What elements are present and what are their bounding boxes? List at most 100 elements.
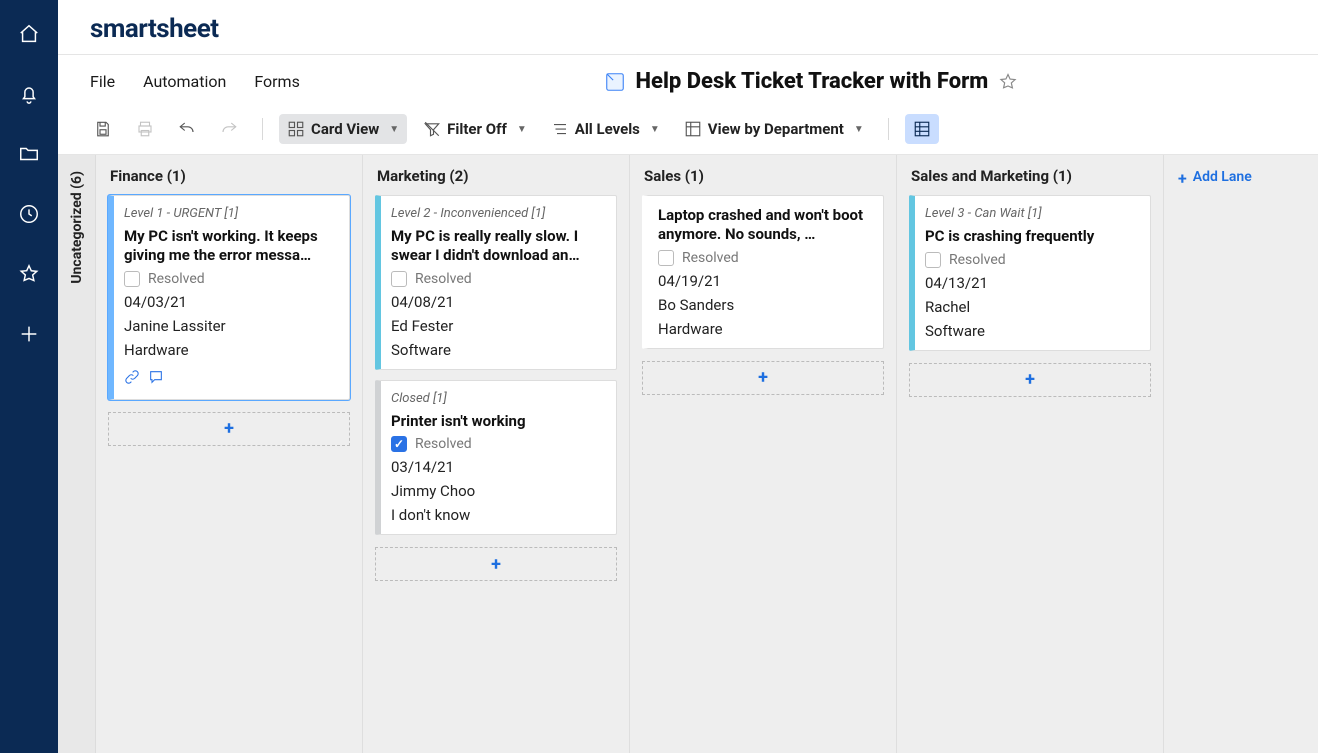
page-title: Help Desk Ticket Tracker with Form bbox=[636, 69, 989, 94]
lane-header[interactable]: Sales and Marketing (1) bbox=[897, 155, 1163, 195]
resolved-label: Resolved bbox=[949, 252, 1006, 268]
chevron-down-icon: ▼ bbox=[650, 124, 660, 135]
card-board: Uncategorized (6) Finance (1)Level 1 - U… bbox=[58, 155, 1318, 753]
resolved-row: Resolved bbox=[925, 252, 1138, 268]
lane-cards: Laptop crashed and won't boot anymore. N… bbox=[630, 195, 896, 395]
card-date: 04/13/21 bbox=[925, 274, 1138, 292]
grid-view-toggle[interactable] bbox=[905, 114, 939, 144]
add-card-button[interactable]: + bbox=[375, 547, 617, 581]
card-category: I don't know bbox=[391, 506, 604, 524]
card-view-label: Card View bbox=[311, 120, 379, 138]
card-person: Ed Fester bbox=[391, 317, 604, 335]
brand-logo: smartsheet bbox=[58, 0, 1318, 55]
lane-cards: Level 1 - URGENT [1] My PC isn't working.… bbox=[96, 195, 362, 446]
sheet-icon bbox=[604, 71, 626, 93]
notifications-icon[interactable] bbox=[17, 82, 41, 106]
resolved-checkbox[interactable] bbox=[658, 250, 674, 266]
resolved-row: Resolved bbox=[391, 436, 604, 452]
resolved-row: Resolved bbox=[391, 271, 604, 287]
toolbar: Card View ▼ Filter Off ▼ All Levels ▼ Vi… bbox=[58, 108, 1318, 155]
card-title: Laptop crashed and won't boot anymore. N… bbox=[658, 206, 871, 244]
attachment-icon[interactable] bbox=[124, 369, 140, 389]
resolved-label: Resolved bbox=[415, 436, 472, 452]
levels-button[interactable]: All Levels ▼ bbox=[543, 114, 668, 144]
filter-button[interactable]: Filter Off ▼ bbox=[415, 114, 535, 144]
menu-file[interactable]: File bbox=[90, 72, 115, 91]
chevron-down-icon: ▼ bbox=[517, 124, 527, 135]
card-priority: Level 3 - Can Wait [1] bbox=[925, 206, 1138, 221]
navigation-rail bbox=[0, 0, 58, 753]
card-date: 03/14/21 bbox=[391, 458, 604, 476]
filter-label: Filter Off bbox=[447, 120, 507, 138]
levels-label: All Levels bbox=[575, 120, 640, 138]
card-category: Software bbox=[925, 322, 1138, 340]
lane-header[interactable]: Marketing (2) bbox=[363, 155, 629, 195]
lane-cards: Level 2 - Inconvenienced [1] My PC is rea… bbox=[363, 195, 629, 581]
card-person: Janine Lassiter bbox=[124, 317, 337, 335]
card-footer bbox=[124, 365, 337, 389]
card-priority: Level 2 - Inconvenienced [1] bbox=[391, 206, 604, 221]
card-person: Rachel bbox=[925, 298, 1138, 316]
view-by-label: View by Department bbox=[708, 120, 844, 138]
lane-header[interactable]: Sales (1) bbox=[630, 155, 896, 195]
title-center: Help Desk Ticket Tracker with Form bbox=[328, 69, 1294, 94]
resolved-label: Resolved bbox=[682, 250, 739, 266]
card-priority: Level 1 - URGENT [1] bbox=[124, 206, 337, 221]
card-date: 04/03/21 bbox=[124, 293, 337, 311]
redo-button[interactable] bbox=[212, 114, 246, 144]
main-area: smartsheet File Automation Forms Help De… bbox=[58, 0, 1318, 753]
menu-forms[interactable]: Forms bbox=[254, 72, 300, 91]
card-title: My PC is really really slow. I swear I d… bbox=[391, 227, 604, 265]
lane-header[interactable]: Finance (1) bbox=[96, 155, 362, 195]
title-row: File Automation Forms Help Desk Ticket T… bbox=[58, 55, 1318, 108]
card-person: Bo Sanders bbox=[658, 296, 871, 314]
folder-icon[interactable] bbox=[17, 142, 41, 166]
recents-icon[interactable] bbox=[17, 202, 41, 226]
lane-cards: Level 3 - Can Wait [1]PC is crashing fre… bbox=[897, 195, 1163, 397]
plus-icon: + bbox=[1178, 169, 1187, 188]
menu-automation[interactable]: Automation bbox=[143, 72, 226, 91]
lane: Finance (1) Level 1 - URGENT [1] My PC isn… bbox=[96, 155, 363, 753]
undo-button[interactable] bbox=[170, 114, 204, 144]
resolved-checkbox[interactable] bbox=[124, 271, 140, 287]
add-lane-button[interactable]: + Add Lane bbox=[1164, 155, 1304, 753]
separator bbox=[262, 118, 263, 140]
card-priority: Closed [1] bbox=[391, 391, 604, 406]
resolved-checkbox[interactable] bbox=[391, 436, 407, 452]
card[interactable]: Level 2 - Inconvenienced [1] My PC is rea… bbox=[375, 195, 617, 370]
resolved-checkbox[interactable] bbox=[925, 252, 941, 268]
print-button[interactable] bbox=[128, 114, 162, 144]
card-category: Software bbox=[391, 341, 604, 359]
uncategorized-lane-collapsed[interactable]: Uncategorized (6) bbox=[58, 155, 96, 753]
card-person: Jimmy Choo bbox=[391, 482, 604, 500]
add-lane-label: Add Lane bbox=[1193, 169, 1252, 185]
lanes-container: Finance (1) Level 1 - URGENT [1] My PC isn… bbox=[96, 155, 1318, 753]
favorites-icon[interactable] bbox=[17, 262, 41, 286]
card[interactable]: Closed [1]Printer isn't workingResolved0… bbox=[375, 380, 617, 536]
separator bbox=[888, 118, 889, 140]
card-date: 04/08/21 bbox=[391, 293, 604, 311]
view-by-button[interactable]: View by Department ▼ bbox=[676, 114, 872, 144]
resolved-row: Resolved bbox=[658, 250, 871, 266]
card-date: 04/19/21 bbox=[658, 272, 871, 290]
card-view-button[interactable]: Card View ▼ bbox=[279, 114, 407, 144]
card[interactable]: Level 1 - URGENT [1] My PC isn't working.… bbox=[108, 195, 350, 400]
resolved-checkbox[interactable] bbox=[391, 271, 407, 287]
lane: Sales (1) Laptop crashed and won't boot a… bbox=[630, 155, 897, 753]
add-card-button[interactable]: + bbox=[108, 412, 350, 446]
resolved-row: Resolved bbox=[124, 271, 337, 287]
comment-icon[interactable] bbox=[148, 369, 164, 389]
card[interactable]: Level 3 - Can Wait [1]PC is crashing fre… bbox=[909, 195, 1151, 351]
add-card-button[interactable]: + bbox=[642, 361, 884, 395]
chevron-down-icon: ▼ bbox=[854, 124, 864, 135]
save-button[interactable] bbox=[86, 114, 120, 144]
card-title: My PC isn't working. It keeps giving me … bbox=[124, 227, 337, 265]
add-icon[interactable] bbox=[17, 322, 41, 346]
chevron-down-icon: ▼ bbox=[389, 124, 399, 135]
favorite-star-icon[interactable] bbox=[998, 72, 1018, 92]
resolved-label: Resolved bbox=[415, 271, 472, 287]
home-icon[interactable] bbox=[17, 22, 41, 46]
card[interactable]: Laptop crashed and won't boot anymore. N… bbox=[642, 195, 884, 349]
add-card-button[interactable]: + bbox=[909, 363, 1151, 397]
resolved-label: Resolved bbox=[148, 271, 205, 287]
